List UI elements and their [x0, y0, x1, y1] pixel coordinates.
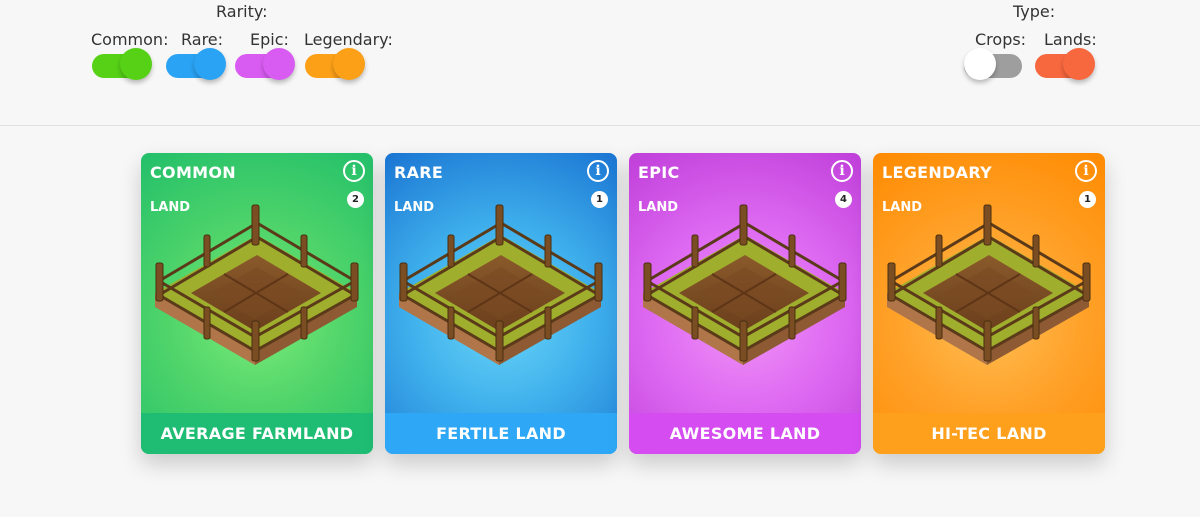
card-rarity: LEGENDARY — [882, 163, 992, 182]
common-toggle[interactable] — [92, 48, 152, 80]
common-toggle-knob — [120, 48, 152, 80]
farmland-illustration — [155, 204, 359, 365]
crops-toggle-knob — [964, 48, 996, 80]
rare-toggle[interactable] — [166, 48, 226, 80]
lands-toggle-knob — [1063, 48, 1095, 80]
farmland-illustration — [887, 204, 1091, 365]
rare-toggle-label: Rare: — [181, 30, 224, 49]
legendary-toggle[interactable] — [305, 48, 365, 80]
legendary-toggle-label: Legendary: — [304, 30, 393, 49]
type-filter-title: Type: — [1013, 2, 1056, 21]
rare-toggle-knob — [194, 48, 226, 80]
card-rarity: COMMON — [150, 163, 236, 182]
epic-toggle-knob — [263, 48, 295, 80]
lands-toggle-label: Lands: — [1044, 30, 1097, 49]
card-epic[interactable]: EPIC LAND i 4 AWESOME LAND — [629, 153, 861, 454]
filter-bar: Rarity: Common: Rare: Epic: Legendary: T… — [0, 0, 1200, 126]
farmland-illustration — [643, 204, 847, 365]
farmland-illustration — [399, 204, 603, 365]
info-icon[interactable]: i — [1075, 160, 1097, 182]
card-name: AVERAGE FARMLAND — [141, 413, 373, 454]
info-icon[interactable]: i — [343, 160, 365, 182]
legendary-toggle-knob — [333, 48, 365, 80]
card-name: FERTILE LAND — [385, 413, 617, 454]
rarity-filter-title: Rarity: — [216, 2, 268, 21]
lands-toggle[interactable] — [1035, 48, 1095, 80]
crops-toggle-label: Crops: — [975, 30, 1027, 49]
card-common[interactable]: COMMON LAND i 2 AVERAGE FARMLAND — [141, 153, 373, 454]
card-rare[interactable]: RARE LAND i 1 FERTILE LAND — [385, 153, 617, 454]
card-legendary[interactable]: LEGENDARY LAND i 1 HI-TEC LAND — [873, 153, 1105, 454]
card-rarity: EPIC — [638, 163, 680, 182]
card-name: AWESOME LAND — [629, 413, 861, 454]
info-icon[interactable]: i — [831, 160, 853, 182]
common-toggle-label: Common: — [91, 30, 169, 49]
info-icon[interactable]: i — [587, 160, 609, 182]
epic-toggle[interactable] — [235, 48, 295, 80]
card-name: HI-TEC LAND — [873, 413, 1105, 454]
epic-toggle-label: Epic: — [250, 30, 289, 49]
crops-toggle[interactable] — [964, 48, 1024, 80]
card-rarity: RARE — [394, 163, 444, 182]
